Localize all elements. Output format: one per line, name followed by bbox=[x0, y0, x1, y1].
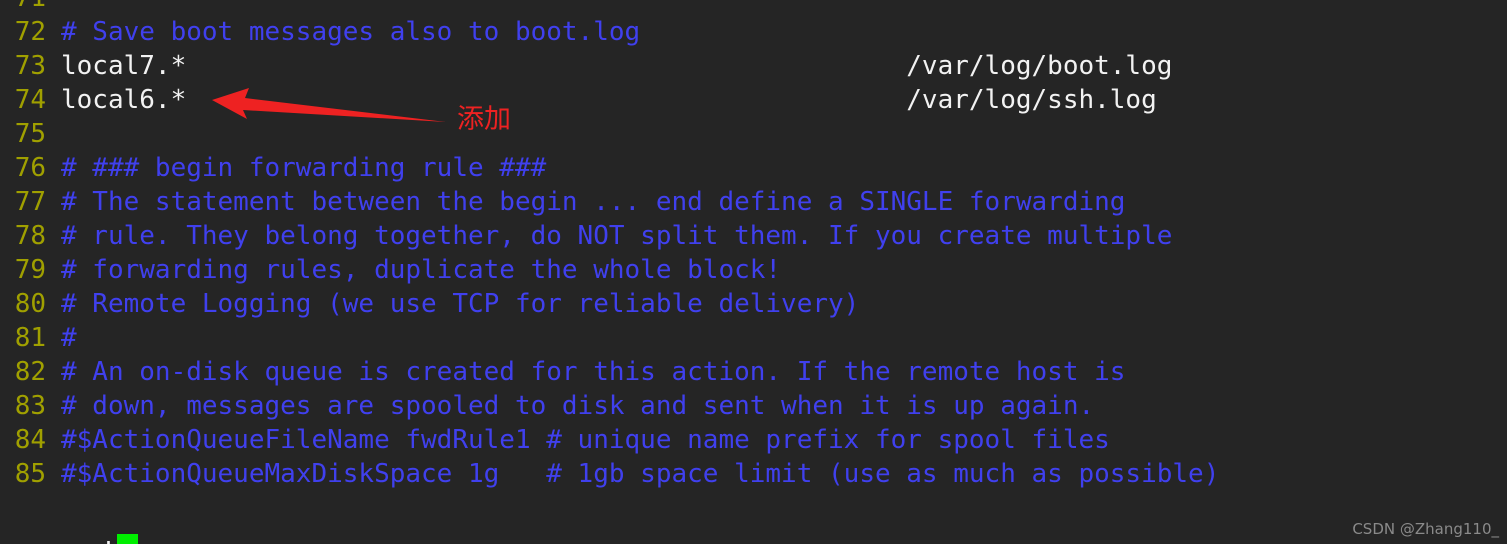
code-line[interactable]: 84 #$ActionQueueFileName fwdRule1 # uniqu… bbox=[0, 423, 1507, 457]
line-number: 73 bbox=[14, 51, 46, 81]
line-text: #$ActionQueueMaxDiskSpace 1g # 1gb space… bbox=[61, 459, 1220, 489]
line-text: # ### begin forwarding rule ### bbox=[61, 153, 547, 183]
line-number: 72 bbox=[14, 17, 46, 47]
code-line[interactable]: 75 bbox=[0, 117, 1507, 151]
watermark: CSDN @Zhang110_ bbox=[1352, 520, 1499, 538]
line-text: # Save boot messages also to boot.log bbox=[61, 17, 641, 47]
code-line[interactable]: 80 # Remote Logging (we use TCP for relia… bbox=[0, 287, 1507, 321]
line-text: # An on-disk queue is created for this a… bbox=[61, 357, 1126, 387]
line-text: # The statement between the begin ... en… bbox=[61, 187, 1126, 217]
line-number: 84 bbox=[14, 425, 46, 455]
line-text: # down, messages are spooled to disk and… bbox=[61, 391, 1095, 421]
line-text: # forwarding rules, duplicate the whole … bbox=[61, 255, 782, 285]
line-number: 85 bbox=[14, 459, 46, 489]
line-number: 74 bbox=[14, 85, 46, 115]
vim-command-text: :wq! bbox=[54, 537, 117, 544]
terminal-window[interactable]: 71 72 # Save boot messages also to boot.lo… bbox=[0, 0, 1507, 544]
code-line[interactable]: 72 # Save boot messages also to boot.log bbox=[0, 15, 1507, 49]
code-line[interactable]: 73 local7.* /var/log/boot.log bbox=[0, 49, 1507, 83]
line-number: 71 bbox=[0, 0, 46, 15]
line-number: 83 bbox=[14, 391, 46, 421]
code-line[interactable]: 76 # ### begin forwarding rule ### bbox=[0, 151, 1507, 185]
line-text: # Remote Logging (we use TCP for reliabl… bbox=[61, 289, 860, 319]
line-number: 80 bbox=[14, 289, 46, 319]
block-cursor bbox=[117, 534, 139, 544]
line-number: 82 bbox=[14, 357, 46, 387]
line-text: local7.* /var/log/boot.log bbox=[61, 51, 1173, 81]
line-number: 79 bbox=[14, 255, 46, 285]
code-line[interactable]: 85 #$ActionQueueMaxDiskSpace 1g # 1gb spa… bbox=[0, 457, 1507, 491]
line-text: # bbox=[61, 323, 77, 353]
code-line[interactable]: 82 # An on-disk queue is created for this… bbox=[0, 355, 1507, 389]
code-line[interactable]: 79 # forwarding rules, duplicate the whol… bbox=[0, 253, 1507, 287]
line-number: 76 bbox=[14, 153, 46, 183]
line-number: 77 bbox=[14, 187, 46, 217]
line-number: 78 bbox=[14, 221, 46, 251]
code-line[interactable]: 78 # rule. They belong together, do NOT s… bbox=[0, 219, 1507, 253]
line-text: # rule. They belong together, do NOT spl… bbox=[61, 221, 1173, 251]
code-line[interactable]: 83 # down, messages are spooled to disk a… bbox=[0, 389, 1507, 423]
vim-command-line[interactable]: :wq! bbox=[0, 492, 139, 544]
line-number: 75 bbox=[14, 119, 46, 149]
code-line[interactable]: 77 # The statement between the begin ... … bbox=[0, 185, 1507, 219]
code-buffer[interactable]: 71 72 # Save boot messages also to boot.lo… bbox=[0, 0, 1507, 491]
code-line[interactable]: 74 local6.* /var/log/ssh.log bbox=[0, 83, 1507, 117]
line-number: 81 bbox=[14, 323, 46, 353]
line-text: local6.* /var/log/ssh.log bbox=[61, 85, 1157, 115]
line-text: #$ActionQueueFileName fwdRule1 # unique … bbox=[61, 425, 1110, 455]
code-line[interactable]: 81 # bbox=[0, 321, 1507, 355]
code-line[interactable]: 71 bbox=[0, 0, 1507, 15]
